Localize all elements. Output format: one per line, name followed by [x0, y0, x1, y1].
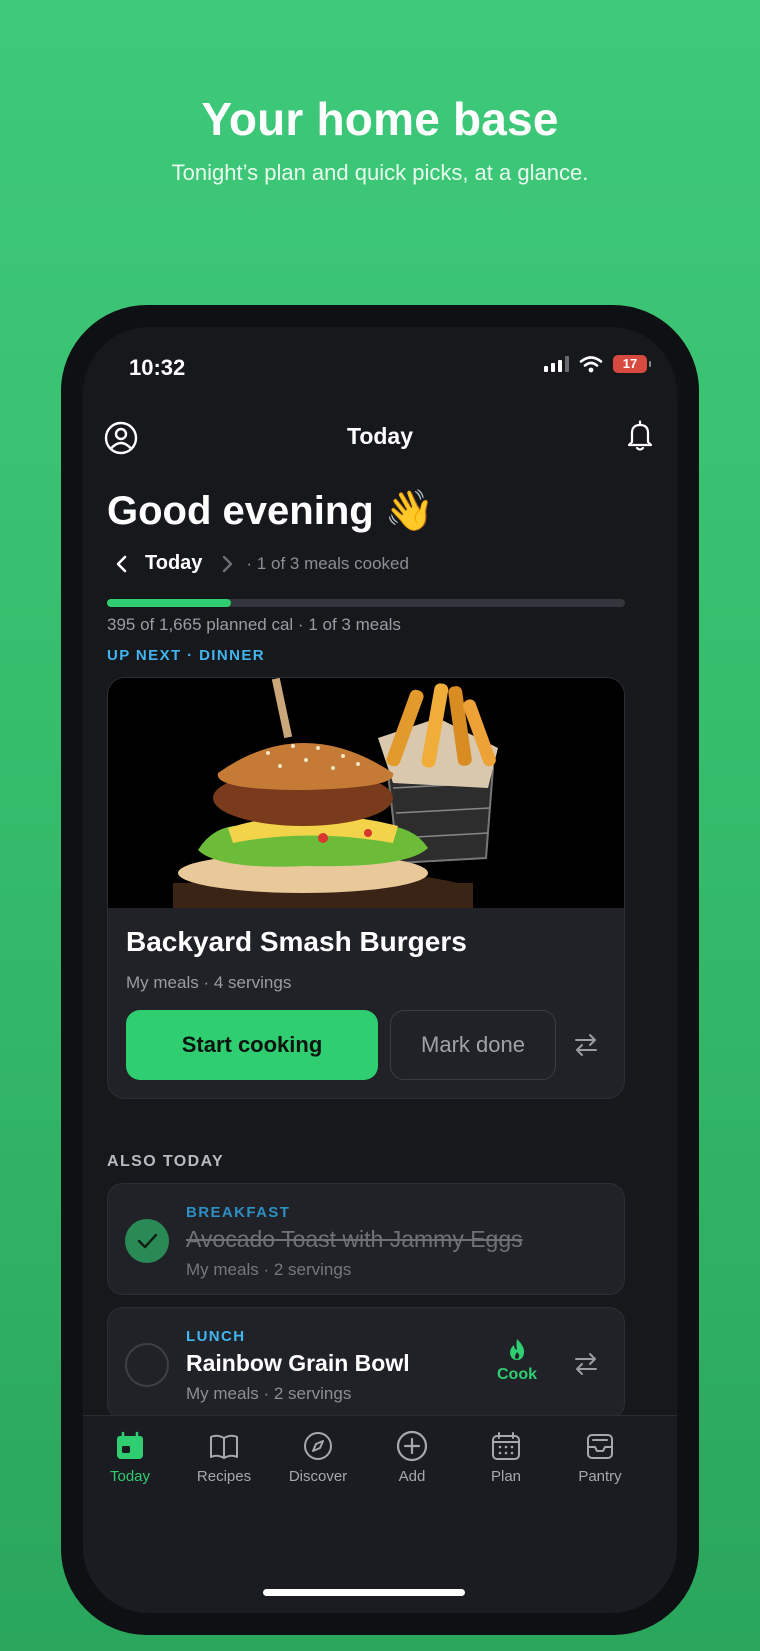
status-icons: 17	[544, 355, 651, 373]
tab-label: Discover	[288, 1468, 348, 1485]
tab-plan[interactable]: Plan	[459, 1430, 553, 1485]
meal-name: Avocado Toast with Jammy Eggs	[186, 1226, 523, 1252]
meal-card-breakfast[interactable]: BREAKFAST Avocado Toast with Jammy Eggs …	[107, 1183, 625, 1295]
tray-icon	[587, 1434, 613, 1459]
plus-circle-icon	[396, 1430, 428, 1462]
completed-checkbox[interactable]	[125, 1219, 169, 1263]
checkmark-icon	[137, 1233, 158, 1249]
cook-button[interactable]: Cook	[492, 1338, 542, 1384]
promo-subtitle: Tonight’s plan and quick picks, at a gla…	[171, 160, 589, 185]
tab-label: Plan	[490, 1468, 522, 1485]
promo-title: Your home base	[201, 93, 559, 145]
flame-icon	[510, 1339, 525, 1360]
tab-label: Add	[398, 1468, 426, 1485]
tab-discover[interactable]: Discover	[271, 1430, 365, 1485]
meals-cooked-meta: · 1 of 3 meals cooked	[246, 553, 409, 573]
battery-icon: 17	[613, 355, 651, 373]
book-icon	[210, 1434, 238, 1459]
calendar-today-icon	[117, 1431, 143, 1459]
tab-label: Pantry	[578, 1468, 622, 1485]
page-title: Today	[346, 423, 414, 449]
up-next-label: UP NEXT · DINNER	[107, 647, 265, 664]
meal-card-lunch[interactable]: LUNCH Rainbow Grain Bowl My meals · 2 se…	[107, 1307, 625, 1419]
also-today-label: ALSO TODAY	[107, 1153, 225, 1170]
date-navigator: Today · 1 of 3 meals cooked	[113, 552, 409, 575]
chevron-right-icon[interactable]	[218, 555, 236, 573]
signal-icon	[544, 356, 569, 372]
tab-pantry[interactable]: Pantry	[553, 1430, 647, 1485]
home-indicator[interactable]	[263, 1589, 465, 1596]
wifi-icon	[579, 356, 603, 373]
compass-icon	[304, 1432, 332, 1460]
swap-icon[interactable]	[572, 1031, 600, 1059]
calorie-progress-bar	[107, 599, 625, 607]
calorie-progress-fill	[107, 599, 232, 607]
tab-recipes[interactable]: Recipes	[177, 1430, 271, 1485]
meal-type-label: LUNCH	[186, 1328, 246, 1345]
phone-frame: 10:32 17 Today Good evening 👋 Today · 1 …	[61, 305, 699, 1635]
app-screen: 10:32 17 Today Good evening 👋 Today · 1 …	[83, 327, 677, 1613]
tab-bar: Today Recipes Discover Add Plan Pantry	[83, 1415, 677, 1613]
up-next-card[interactable]: Backyard Smash Burgers My meals · 4 serv…	[107, 677, 625, 1099]
mark-done-button[interactable]: Mark done	[390, 1010, 556, 1080]
greeting-heading: Good evening 👋	[107, 489, 435, 533]
start-cooking-button[interactable]: Start cooking	[126, 1010, 378, 1080]
meal-type-label: BREAKFAST	[186, 1204, 291, 1221]
bell-icon[interactable]	[625, 419, 655, 453]
date-label[interactable]: Today	[145, 552, 202, 575]
calendar-grid-icon	[492, 1432, 520, 1460]
meal-meta: My meals · 2 servings	[186, 1384, 352, 1403]
tab-add[interactable]: Add	[365, 1430, 459, 1485]
up-next-title: Backyard Smash Burgers	[126, 926, 467, 957]
meal-name: Rainbow Grain Bowl	[186, 1350, 410, 1376]
cook-label: Cook	[497, 1366, 537, 1383]
meal-meta: My meals · 2 servings	[186, 1260, 352, 1279]
swap-icon[interactable]	[572, 1350, 600, 1378]
tab-today[interactable]: Today	[83, 1430, 177, 1485]
up-next-meta: My meals · 4 servings	[126, 973, 292, 992]
calorie-summary: 395 of 1,665 planned cal · 1 of 3 meals	[107, 615, 401, 634]
incomplete-checkbox[interactable]	[125, 1343, 169, 1387]
chevron-left-icon[interactable]	[113, 555, 131, 573]
burger-photo	[108, 678, 624, 908]
tab-label: Recipes	[196, 1468, 252, 1485]
tab-label: Today	[109, 1468, 151, 1485]
status-time: 10:32	[129, 355, 186, 380]
